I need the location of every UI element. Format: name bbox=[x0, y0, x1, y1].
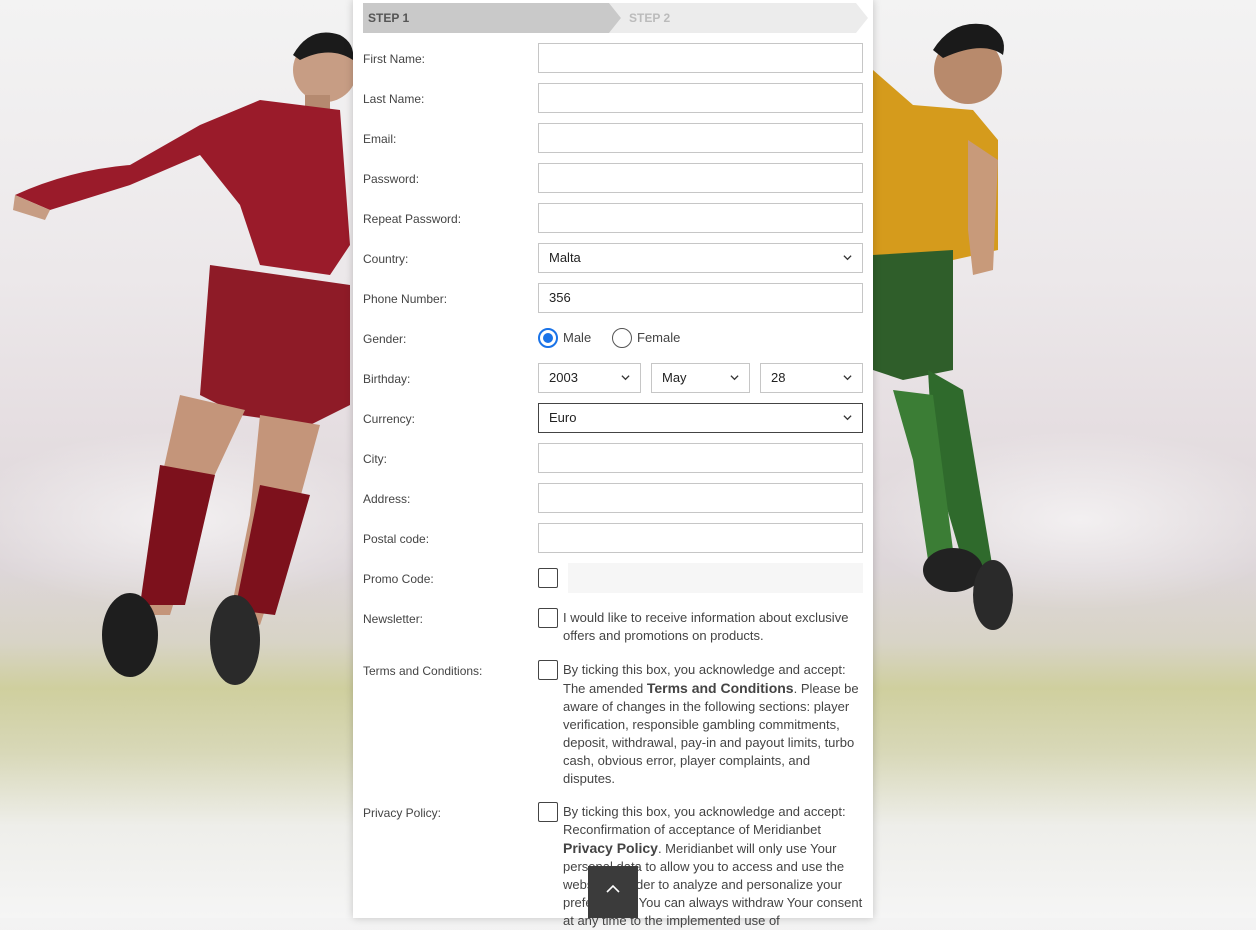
chevron-down-icon bbox=[843, 255, 852, 261]
chevron-down-icon bbox=[843, 415, 852, 421]
chevron-up-icon bbox=[606, 884, 620, 893]
registration-panel: STEP 1 STEP 2 First Name: Last Name: Ema… bbox=[353, 0, 873, 928]
gender-male-label: Male bbox=[563, 330, 592, 345]
repeat-password-input[interactable] bbox=[538, 203, 863, 233]
player-right-image bbox=[873, 23, 1013, 630]
phone-input[interactable]: 356 bbox=[538, 283, 863, 313]
address-label: Address: bbox=[363, 492, 411, 506]
privacy-checkbox[interactable] bbox=[538, 802, 558, 822]
first-name-input[interactable] bbox=[538, 43, 863, 73]
postal-code-label: Postal code: bbox=[363, 532, 430, 546]
repeat-password-label: Repeat Password: bbox=[363, 212, 462, 226]
city-input[interactable] bbox=[538, 443, 863, 473]
country-select[interactable]: Malta bbox=[538, 243, 863, 273]
first-name-label: First Name: bbox=[363, 52, 426, 66]
birth-day-select[interactable]: 28 bbox=[760, 363, 863, 393]
gender-male-radio[interactable] bbox=[538, 328, 558, 348]
currency-label: Currency: bbox=[363, 412, 416, 426]
privacy-link[interactable]: Privacy Policy bbox=[563, 840, 658, 856]
promo-code-input[interactable] bbox=[568, 563, 863, 593]
gender-label: Gender: bbox=[363, 332, 407, 346]
country-label: Country: bbox=[363, 252, 409, 266]
birth-month-select[interactable]: May bbox=[651, 363, 750, 393]
promo-code-label: Promo Code: bbox=[363, 572, 434, 586]
currency-select[interactable]: Euro bbox=[538, 403, 863, 433]
currency-value: Euro bbox=[549, 410, 577, 425]
terms-text: By ticking this box, you acknowledge and… bbox=[563, 661, 863, 788]
chevron-down-icon bbox=[730, 375, 739, 381]
gender-female-label: Female bbox=[637, 330, 681, 345]
newsletter-text: I would like to receive information abou… bbox=[563, 610, 849, 643]
terms-link[interactable]: Terms and Conditions bbox=[647, 680, 794, 696]
city-label: City: bbox=[363, 452, 387, 466]
password-input[interactable] bbox=[538, 163, 863, 193]
terms-text-post: . Please be aware of changes in the foll… bbox=[563, 681, 859, 786]
chevron-down-icon bbox=[621, 375, 630, 381]
last-name-input[interactable] bbox=[538, 83, 863, 113]
step-1-tab[interactable]: STEP 1 bbox=[363, 3, 621, 33]
terms-label: Terms and Conditions: bbox=[363, 664, 483, 678]
birth-year-value: 2003 bbox=[549, 370, 578, 385]
scroll-to-top-button[interactable] bbox=[588, 866, 638, 918]
promo-code-checkbox[interactable] bbox=[538, 568, 558, 588]
birthday-label: Birthday: bbox=[363, 372, 411, 386]
chevron-down-icon bbox=[843, 375, 852, 381]
postal-code-input[interactable] bbox=[538, 523, 863, 553]
birth-month-value: May bbox=[662, 370, 687, 385]
address-input[interactable] bbox=[538, 483, 863, 513]
privacy-label: Privacy Policy: bbox=[363, 806, 442, 820]
email-label: Email: bbox=[363, 132, 397, 146]
phone-label: Phone Number: bbox=[363, 292, 448, 306]
password-label: Password: bbox=[363, 172, 420, 186]
newsletter-label: Newsletter: bbox=[363, 612, 424, 626]
privacy-text-pre: By ticking this box, you acknowledge and… bbox=[563, 804, 846, 837]
terms-checkbox[interactable] bbox=[538, 660, 558, 680]
birth-day-value: 28 bbox=[771, 370, 786, 385]
step-2-tab[interactable]: STEP 2 bbox=[609, 3, 868, 33]
last-name-label: Last Name: bbox=[363, 92, 425, 106]
newsletter-checkbox[interactable] bbox=[538, 608, 558, 628]
player-left-image bbox=[13, 32, 355, 685]
email-input[interactable] bbox=[538, 123, 863, 153]
gender-female-radio[interactable] bbox=[612, 328, 632, 348]
country-value: Malta bbox=[549, 250, 581, 265]
step-indicator: STEP 1 STEP 2 bbox=[363, 3, 868, 33]
birth-year-select[interactable]: 2003 bbox=[538, 363, 641, 393]
